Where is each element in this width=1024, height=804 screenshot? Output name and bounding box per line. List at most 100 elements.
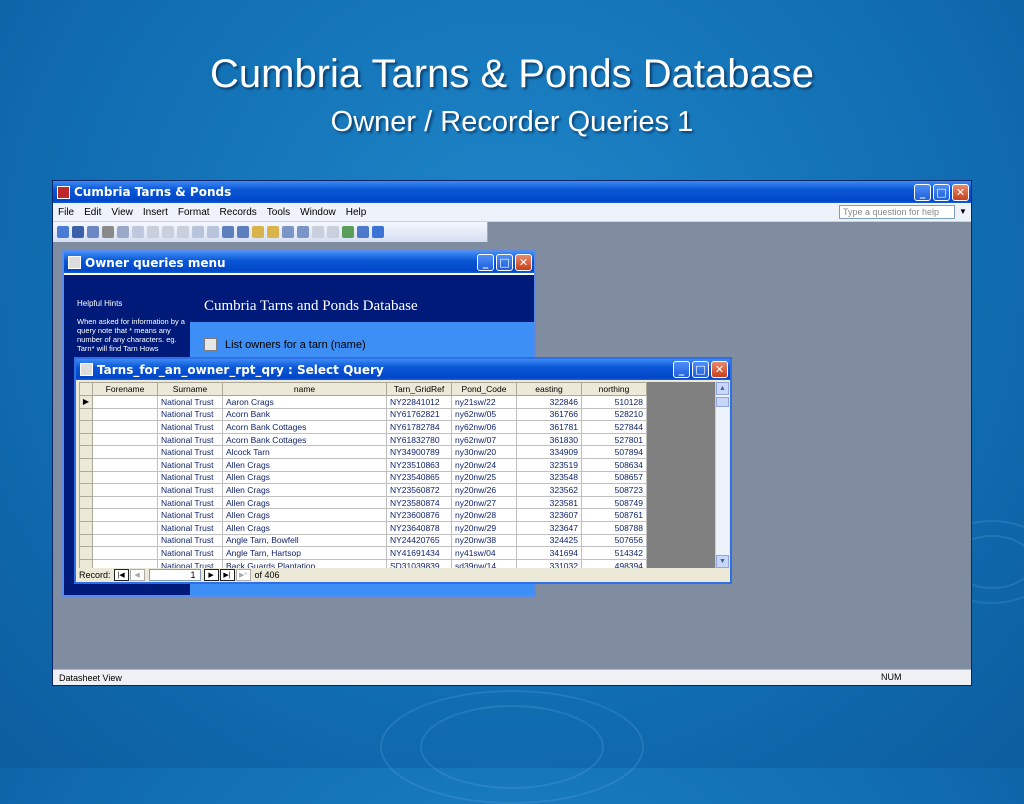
- table-cell[interactable]: 508657: [581, 471, 647, 485]
- row-selector[interactable]: [79, 483, 93, 497]
- table-cell[interactable]: 331032: [516, 559, 582, 568]
- table-cell[interactable]: 508761: [581, 508, 647, 522]
- table-cell[interactable]: ny20nw/28: [451, 508, 517, 522]
- row-selector[interactable]: [79, 533, 93, 548]
- new-record-nav-icon[interactable]: ▶*: [235, 569, 251, 581]
- previous-record-icon[interactable]: ◀: [129, 569, 145, 581]
- spelling-icon[interactable]: [132, 226, 144, 238]
- table-cell[interactable]: ny21sw/22: [451, 395, 517, 409]
- menu-form-title-bar[interactable]: Owner queries menu _ □ ✕: [64, 252, 534, 273]
- row-selector[interactable]: [79, 432, 93, 447]
- row-selector[interactable]: [79, 546, 93, 560]
- query-title-bar[interactable]: Tarns_for_an_owner_rpt_qry : Select Quer…: [76, 359, 730, 380]
- table-cell[interactable]: National Trust: [157, 496, 223, 510]
- menu-view[interactable]: View: [106, 207, 138, 218]
- close-icon[interactable]: ✕: [952, 183, 969, 201]
- close-icon[interactable]: ✕: [515, 254, 532, 271]
- delete-record-icon[interactable]: [327, 226, 339, 238]
- table-cell[interactable]: Allen Crags: [222, 496, 387, 510]
- help-dropdown-icon[interactable]: ▼: [957, 205, 969, 219]
- option-button[interactable]: [204, 338, 217, 351]
- menu-file[interactable]: File: [53, 207, 79, 218]
- table-cell[interactable]: Alcock Tarn: [222, 445, 387, 459]
- column-header-easting[interactable]: easting: [516, 382, 582, 396]
- table-cell[interactable]: Acorn Bank Cottages: [222, 433, 387, 447]
- table-cell[interactable]: National Trust: [157, 458, 223, 472]
- row-selector[interactable]: [79, 508, 93, 522]
- table-cell[interactable]: 527801: [581, 433, 647, 447]
- vertical-scrollbar[interactable]: ▲ ▼: [715, 382, 729, 568]
- table-cell[interactable]: NY23640878: [386, 521, 452, 535]
- new-object-icon[interactable]: [357, 226, 369, 238]
- table-cell[interactable]: 508634: [581, 458, 647, 472]
- table-cell[interactable]: [92, 408, 158, 422]
- table-cell[interactable]: Aaron Crags: [222, 395, 387, 409]
- maximize-icon[interactable]: □: [692, 361, 709, 378]
- filter-by-selection-icon[interactable]: [252, 226, 264, 238]
- table-row[interactable]: National Trust Allen Crags NY23510863 ny20n…: [79, 457, 647, 472]
- table-cell[interactable]: [92, 546, 158, 560]
- menu-edit[interactable]: Edit: [79, 207, 106, 218]
- table-cell[interactable]: ny62nw/05: [451, 408, 517, 422]
- table-cell[interactable]: 323548: [516, 471, 582, 485]
- row-selector[interactable]: [79, 470, 93, 485]
- table-cell[interactable]: ny20nw/25: [451, 471, 517, 485]
- table-cell[interactable]: NY23560872: [386, 483, 452, 497]
- table-cell[interactable]: 361830: [516, 433, 582, 447]
- table-row[interactable]: National Trust Back Guards Plantation SD31…: [79, 558, 647, 568]
- table-cell[interactable]: 528210: [581, 408, 647, 422]
- menu-records[interactable]: Records: [215, 207, 262, 218]
- table-row[interactable]: National Trust Allen Crags NY23640878 ny20n…: [79, 520, 647, 535]
- table-cell[interactable]: [92, 471, 158, 485]
- table-cell[interactable]: 323647: [516, 521, 582, 535]
- last-record-icon[interactable]: ▶|: [219, 569, 235, 581]
- table-cell[interactable]: Back Guards Plantation: [222, 559, 387, 568]
- table-cell[interactable]: 508788: [581, 521, 647, 535]
- table-cell[interactable]: [92, 458, 158, 472]
- table-cell[interactable]: NY23510863: [386, 458, 452, 472]
- sort-descending-icon[interactable]: [237, 226, 249, 238]
- table-cell[interactable]: 323562: [516, 483, 582, 497]
- table-cell[interactable]: 341694: [516, 546, 582, 560]
- row-selector[interactable]: [79, 420, 93, 434]
- table-cell[interactable]: Allen Crags: [222, 458, 387, 472]
- table-row[interactable]: National Trust Acorn Bank NY61762821 ny62nw…: [79, 407, 647, 422]
- view-icon[interactable]: [57, 226, 69, 238]
- table-cell[interactable]: National Trust: [157, 521, 223, 535]
- table-cell[interactable]: Acorn Bank Cottages: [222, 420, 387, 434]
- find-icon[interactable]: [297, 226, 309, 238]
- table-cell[interactable]: Allen Crags: [222, 483, 387, 497]
- table-cell[interactable]: NY61782784: [386, 420, 452, 434]
- table-cell[interactable]: 323607: [516, 508, 582, 522]
- menu-window[interactable]: Window: [295, 207, 341, 218]
- table-cell[interactable]: ny20nw/29: [451, 521, 517, 535]
- next-record-icon[interactable]: ▶: [203, 569, 219, 581]
- save-icon[interactable]: [72, 226, 84, 238]
- help-search-input[interactable]: Type a question for help: [839, 205, 955, 219]
- table-cell[interactable]: 322846: [516, 395, 582, 409]
- table-cell[interactable]: NY22841012: [386, 395, 452, 409]
- table-cell[interactable]: [92, 445, 158, 459]
- table-cell[interactable]: [92, 433, 158, 447]
- cut-icon[interactable]: [147, 226, 159, 238]
- table-cell[interactable]: National Trust: [157, 471, 223, 485]
- table-row[interactable]: National Trust Angle Tarn, Hartsop NY41691…: [79, 546, 647, 560]
- table-cell[interactable]: NY41691434: [386, 546, 452, 560]
- table-cell[interactable]: [92, 534, 158, 548]
- table-cell[interactable]: [92, 559, 158, 568]
- table-cell[interactable]: 527844: [581, 420, 647, 434]
- table-cell[interactable]: 508723: [581, 483, 647, 497]
- table-cell[interactable]: NY61832780: [386, 433, 452, 447]
- sort-ascending-icon[interactable]: [222, 226, 234, 238]
- table-cell[interactable]: ny20nw/38: [451, 534, 517, 548]
- table-cell[interactable]: 334909: [516, 445, 582, 459]
- table-row[interactable]: ▶ National Trust Aaron Crags NY22841012 ny21…: [79, 395, 647, 409]
- apply-filter-icon[interactable]: [282, 226, 294, 238]
- table-cell[interactable]: ny20nw/24: [451, 458, 517, 472]
- row-selector[interactable]: [79, 495, 93, 510]
- scroll-down-icon[interactable]: ▼: [716, 555, 729, 568]
- table-cell[interactable]: NY34900789: [386, 445, 452, 459]
- menu-tools[interactable]: Tools: [262, 207, 295, 218]
- list-owners-option[interactable]: List owners for a tarn (name): [204, 338, 366, 351]
- app-title-bar[interactable]: Cumbria Tarns & Ponds _ □ ✕: [53, 181, 971, 203]
